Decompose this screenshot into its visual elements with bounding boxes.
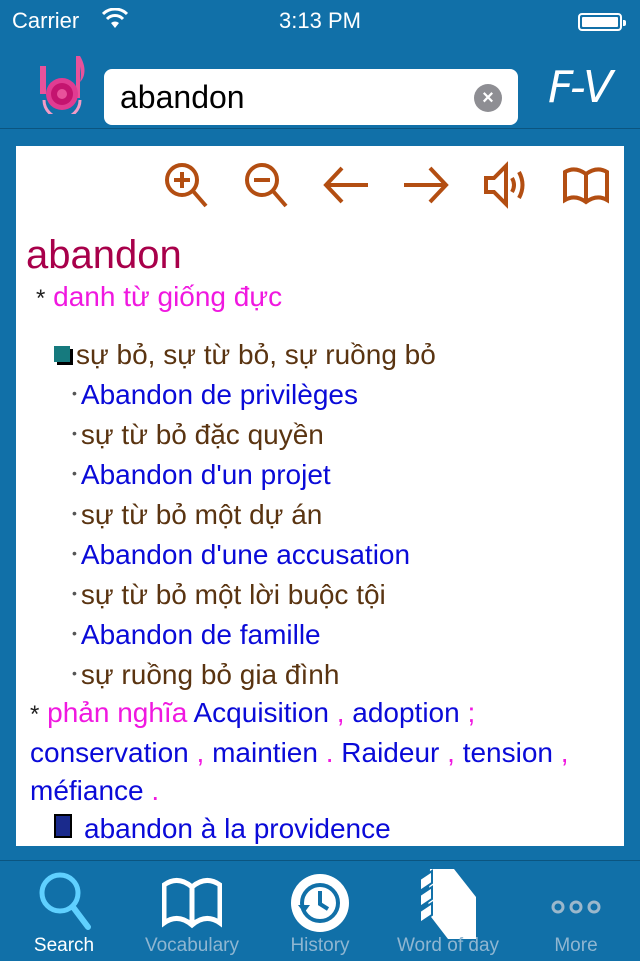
idiom-book-icon [54,814,72,838]
status-bar: Carrier 3:13 PM [0,0,640,40]
dictionary-entry: abandon * danh từ giống đực sự bỏ, sự từ… [26,232,616,846]
battery-icon [578,13,626,31]
asterisk-icon: * [36,285,46,312]
bullet-icon: • [72,385,77,401]
language-toggle-button[interactable]: F-V [548,62,613,113]
tab-vocabulary[interactable]: Vocabulary [128,861,256,961]
book-icon[interactable] [562,160,610,210]
sense-text: sự bỏ, sự từ bỏ, sự ruồng bỏ [76,339,436,370]
word-of-day-icon [418,869,478,939]
bullet-icon: • [72,465,77,481]
forward-arrow-icon[interactable] [402,160,450,210]
definition-toolbar [162,160,610,210]
zoom-out-icon[interactable] [242,160,290,210]
part-of-speech-label: danh từ giống đực [53,281,283,312]
headword: abandon [26,233,182,277]
antonym-label: phản nghĩa [47,697,188,728]
example-fr: • Abandon d'une accusation [72,539,411,570]
sense: sự bỏ, sự từ bỏ, sự ruồng bỏ [26,336,616,374]
bullet-icon: • [72,585,77,601]
example-vi: • sự từ bỏ đặc quyền [72,419,324,450]
more-dots-icon [546,869,606,933]
sense-bullet-icon [54,346,70,362]
app-logo-icon[interactable] [36,54,88,120]
antonyms: * phản nghĩa Acquisition , adoption ; co… [30,697,569,806]
definition-view[interactable]: abandon * danh từ giống đực sự bỏ, sự từ… [16,146,624,846]
zoom-in-icon[interactable] [162,160,210,210]
tab-more[interactable]: More [512,861,640,961]
asterisk-icon: * [30,701,40,728]
part-of-speech: * danh từ giống đực [26,278,616,318]
back-arrow-icon[interactable] [322,160,370,210]
example-vi: • sự từ bỏ một lời buộc tội [72,579,386,610]
example-vi: • sự ruồng bỏ gia đình [72,659,340,690]
example-fr: • Abandon de privilèges [72,379,358,410]
example-vi: • sự từ bỏ một dự án [72,499,323,530]
speaker-icon[interactable] [482,160,530,210]
history-clock-icon [290,869,350,933]
clear-icon[interactable]: × [474,84,502,112]
search-icon [34,869,94,933]
tab-history[interactable]: History [256,861,384,961]
bullet-icon: • [72,545,77,561]
bullet-icon: • [72,505,77,521]
book-open-icon [161,869,223,933]
bullet-icon: • [72,665,77,681]
bullet-icon: • [72,625,77,641]
example-fr: • Abandon d'un projet [72,459,331,490]
tab-search[interactable]: Search [0,861,128,961]
idiom: abandon à la providence [26,810,616,846]
example-fr: • Abandon de famille [72,619,321,650]
tab-word-of-day[interactable]: Word of day [384,861,512,961]
idiom-text: abandon à la providence [84,813,391,844]
search-input[interactable] [120,69,460,125]
bullet-icon: • [72,425,77,441]
clock: 3:13 PM [279,8,361,33]
tab-bar: Search Vocabulary History Word of day Mo… [0,860,640,961]
navbar: × F-V [0,40,640,129]
search-field[interactable]: × [104,69,518,125]
